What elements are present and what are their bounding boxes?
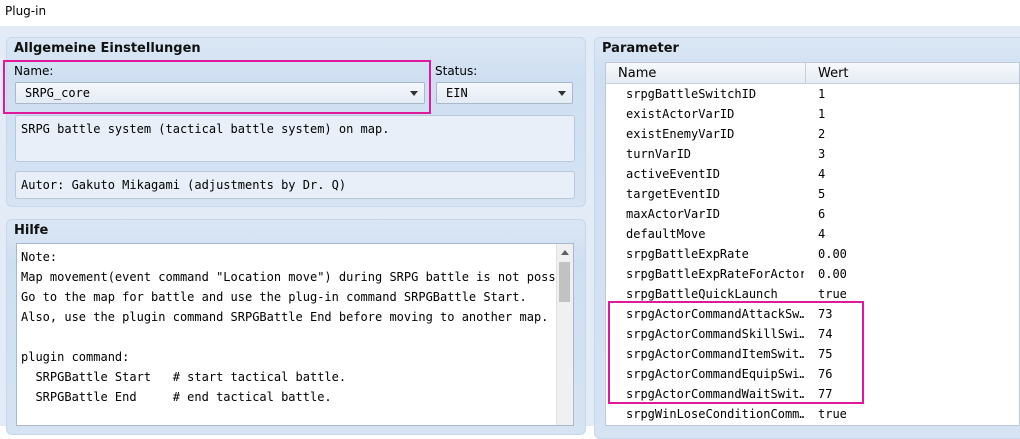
table-row[interactable]: existEnemyVarID 2 — [606, 124, 1019, 144]
param-value: 77 — [818, 387, 833, 401]
param-value: 2 — [818, 127, 826, 141]
table-row[interactable]: srpgActorCommandEquipSwi… 76 — [606, 364, 1019, 384]
scroll-up-arrow-icon[interactable] — [561, 250, 569, 255]
author-field[interactable]: Autor: Gakuto Mikagami (adjustments by D… — [15, 171, 575, 199]
param-name: existActorVarID — [626, 107, 735, 121]
scrollbar-thumb[interactable] — [559, 262, 570, 302]
help-line: SRPGBattle Start # start tactical battle… — [21, 370, 347, 384]
name-label: Name: — [14, 64, 54, 78]
help-scrollbar[interactable] — [556, 244, 573, 425]
window-titlebar: Plug-in — [0, 0, 1020, 26]
table-row[interactable]: srpgBattleExpRate 0.00 — [606, 244, 1019, 264]
help-textarea[interactable]: Note: Map movement(event command "Locati… — [16, 243, 574, 426]
parameter-table-header: Name Wert — [606, 63, 1019, 84]
column-header-name[interactable]: Name — [618, 66, 656, 81]
plugin-name-select[interactable]: SRPG_core — [15, 82, 425, 104]
param-name: srpgActorCommandAttackSw… — [626, 307, 804, 321]
param-name: srpgActorCommandItemSwit… — [626, 347, 804, 361]
help-line: plugin command: — [21, 350, 130, 364]
param-value: 3 — [818, 147, 826, 161]
param-name: srpgActorCommandWaitSwit… — [626, 387, 804, 401]
param-name: srpgBattleExpRate — [626, 247, 749, 261]
help-line: Go to the map for battle and use the plu… — [21, 290, 527, 304]
description-text: SRPG battle system (tactical battle syst… — [21, 122, 390, 136]
param-value: 4 — [818, 227, 826, 241]
param-name: targetEventID — [626, 187, 720, 201]
param-value: 1 — [818, 107, 826, 121]
param-value: 73 — [818, 307, 833, 321]
help-line: Note: — [21, 250, 58, 264]
column-divider[interactable] — [805, 63, 806, 83]
table-row[interactable]: srpgBattleSwitchID 1 — [606, 84, 1019, 104]
param-value: 6 — [818, 207, 826, 221]
param-name: srpgBattleQuickLaunch — [626, 287, 778, 301]
window-title: Plug-in — [5, 4, 47, 18]
param-name: turnVarID — [626, 147, 692, 161]
table-row[interactable]: srpgActorCommandWaitSwit… 77 — [606, 384, 1019, 404]
param-value: true — [818, 407, 847, 421]
table-row[interactable]: srpgWinLoseConditionComm… true — [606, 404, 1019, 424]
status-label: Status: — [435, 64, 478, 78]
param-name: defaultMove — [626, 227, 706, 241]
param-value: 0.00 — [818, 267, 847, 281]
column-header-value[interactable]: Wert — [818, 66, 849, 81]
table-row[interactable]: maxActorVarID 6 — [606, 204, 1019, 224]
table-row[interactable]: srpgBattleExpRateForActors 0.00 — [606, 264, 1019, 284]
table-row[interactable]: targetEventID 5 — [606, 184, 1019, 204]
chevron-down-icon — [410, 91, 418, 96]
param-value: 4 — [818, 167, 826, 181]
param-name: maxActorVarID — [626, 207, 720, 221]
help-line: SRPGBattle End # end tactical battle. — [21, 390, 332, 404]
param-name: activeEventID — [626, 167, 720, 181]
parameter-title: Parameter — [602, 41, 679, 56]
table-row[interactable]: srpgActorCommandItemSwit… 75 — [606, 344, 1019, 364]
table-row[interactable]: srpgActorCommandSkillSwi… 74 — [606, 324, 1019, 344]
param-name: srpgBattleExpRateForActors — [626, 267, 804, 281]
status-select[interactable]: EIN — [436, 82, 573, 104]
help-title: Hilfe — [14, 223, 49, 238]
param-value: 74 — [818, 327, 833, 341]
table-row[interactable]: turnVarID 3 — [606, 144, 1019, 164]
table-row[interactable]: defaultMove 4 — [606, 224, 1019, 244]
param-name: existEnemyVarID — [626, 127, 735, 141]
table-row[interactable]: srpgActorCommandAttackSw… 73 — [606, 304, 1019, 324]
chevron-down-icon — [558, 91, 566, 96]
status-value: EIN — [446, 86, 468, 100]
plugin-name-value: SRPG_core — [25, 86, 91, 100]
param-value: true — [818, 287, 847, 301]
param-name: srpgWinLoseConditionComm… — [626, 407, 804, 421]
table-row[interactable]: srpgBattleQuickLaunch true — [606, 284, 1019, 304]
param-name: srpgActorCommandSkillSwi… — [626, 327, 804, 341]
help-line: Map movement(event command "Location mov… — [21, 270, 574, 284]
param-name: srpgActorCommandEquipSwi… — [626, 367, 804, 381]
param-name: srpgBattleSwitchID — [626, 87, 757, 101]
help-line: Also, use the plugin command SRPGBattle … — [21, 310, 549, 324]
param-value: 75 — [818, 347, 833, 361]
param-value: 0.00 — [818, 247, 847, 261]
param-value: 76 — [818, 367, 833, 381]
parameter-table[interactable]: Name Wert srpgBattleSwitchID 1 existActor… — [605, 62, 1020, 426]
table-row[interactable]: activeEventID 4 — [606, 164, 1019, 184]
author-text: Autor: Gakuto Mikagami (adjustments by D… — [21, 178, 347, 192]
description-field[interactable]: SRPG battle system (tactical battle syst… — [15, 115, 575, 162]
param-value: 1 — [818, 87, 826, 101]
param-value: 5 — [818, 187, 826, 201]
table-row[interactable]: existActorVarID 1 — [606, 104, 1019, 124]
general-settings-title: Allgemeine Einstellungen — [14, 41, 201, 56]
